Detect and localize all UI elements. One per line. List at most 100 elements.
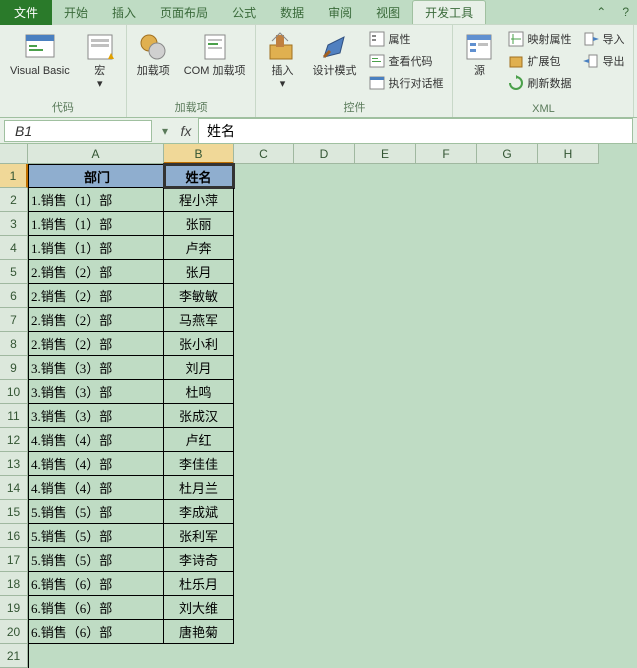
cell-name[interactable]: 张成汉 — [164, 404, 234, 428]
cell-name[interactable]: 张丽 — [164, 212, 234, 236]
cell-name[interactable]: 李成斌 — [164, 500, 234, 524]
col-header-F[interactable]: F — [416, 144, 477, 164]
cell-dept[interactable]: 4.销售（4）部 — [28, 452, 164, 476]
cell-name[interactable]: 马燕军 — [164, 308, 234, 332]
cell-dept[interactable]: 5.销售（5）部 — [28, 524, 164, 548]
addins-button[interactable]: 加载项 — [133, 29, 174, 80]
cell-dept[interactable]: 5.销售（5）部 — [28, 548, 164, 572]
row-header[interactable]: 12 — [0, 428, 28, 452]
select-all-button[interactable] — [0, 144, 28, 164]
cell-name[interactable]: 唐艳菊 — [164, 620, 234, 644]
row-header[interactable]: 1 — [0, 164, 28, 188]
row-header[interactable]: 5 — [0, 260, 28, 284]
cell-name[interactable]: 卢红 — [164, 428, 234, 452]
cell-name[interactable]: 张利军 — [164, 524, 234, 548]
cell-name[interactable]: 杜乐月 — [164, 572, 234, 596]
row-header[interactable]: 8 — [0, 332, 28, 356]
row-header[interactable]: 15 — [0, 500, 28, 524]
tab-layout[interactable]: 页面布局 — [148, 1, 220, 24]
row-header[interactable]: 6 — [0, 284, 28, 308]
row-header[interactable]: 2 — [0, 188, 28, 212]
properties-button[interactable]: 属性 — [366, 29, 446, 49]
map-properties-button[interactable]: 映射属性 — [505, 29, 574, 49]
tab-formulas[interactable]: 公式 — [220, 1, 268, 24]
cell-dept[interactable]: 2.销售（2）部 — [28, 284, 164, 308]
tab-insert[interactable]: 插入 — [100, 1, 148, 24]
col-header-G[interactable]: G — [477, 144, 538, 164]
cell-name[interactable]: 杜月兰 — [164, 476, 234, 500]
insert-control-button[interactable]: 插入▾ — [262, 29, 302, 93]
tab-home[interactable]: 开始 — [52, 1, 100, 24]
col-header-A[interactable]: A — [28, 144, 164, 164]
cell-name[interactable]: 李诗奇 — [164, 548, 234, 572]
cell-name[interactable]: 张小利 — [164, 332, 234, 356]
cell-dept[interactable]: 5.销售（5）部 — [28, 500, 164, 524]
com-addins-button[interactable]: COM 加载项 — [180, 29, 250, 80]
cell-dept[interactable]: 6.销售（6）部 — [28, 596, 164, 620]
cell-dept[interactable]: 4.销售（4）部 — [28, 476, 164, 500]
tab-view[interactable]: 视图 — [364, 1, 412, 24]
row-header[interactable]: 14 — [0, 476, 28, 500]
cell-name[interactable]: 杜鸣 — [164, 380, 234, 404]
row-header[interactable]: 3 — [0, 212, 28, 236]
expansion-packs-button[interactable]: 扩展包 — [505, 51, 574, 71]
cell-dept[interactable]: 4.销售（4）部 — [28, 428, 164, 452]
import-button[interactable]: 导入 — [580, 29, 627, 49]
col-header-E[interactable]: E — [355, 144, 416, 164]
formula-input[interactable]: 姓名 — [198, 118, 633, 144]
cell-name[interactable]: 卢奔 — [164, 236, 234, 260]
run-dialog-button[interactable]: 执行对话框 — [366, 73, 446, 93]
cell-dept[interactable]: 3.销售（3）部 — [28, 380, 164, 404]
view-code-button[interactable]: 查看代码 — [366, 51, 446, 71]
name-box[interactable]: B1 — [4, 120, 152, 142]
cell-dept[interactable]: 2.销售（2）部 — [28, 332, 164, 356]
cell-dept[interactable]: 2.销售（2）部 — [28, 308, 164, 332]
fx-icon[interactable]: fx — [174, 123, 198, 139]
cell-dept[interactable]: 6.销售（6）部 — [28, 620, 164, 644]
cell-dept[interactable]: 1.销售（1）部 — [28, 212, 164, 236]
cell-header-dept[interactable]: 部门 — [28, 164, 164, 188]
col-header-C[interactable]: C — [234, 144, 294, 164]
row-header[interactable]: 9 — [0, 356, 28, 380]
cell-dept[interactable]: 6.销售（6）部 — [28, 572, 164, 596]
cell-dept[interactable]: 3.销售（3）部 — [28, 404, 164, 428]
tab-file[interactable]: 文件 — [0, 0, 52, 25]
cell-dept[interactable]: 1.销售（1）部 — [28, 188, 164, 212]
cell-name[interactable]: 李佳佳 — [164, 452, 234, 476]
cell-dept[interactable]: 3.销售（3）部 — [28, 356, 164, 380]
cell-empty[interactable] — [164, 644, 234, 668]
macros-button[interactable]: 宏▾ — [80, 29, 120, 93]
row-header[interactable]: 7 — [0, 308, 28, 332]
name-box-dropdown-icon[interactable]: ▾ — [156, 124, 174, 138]
refresh-data-button[interactable]: 刷新数据 — [505, 73, 574, 93]
cell-name[interactable]: 张月 — [164, 260, 234, 284]
xml-source-button[interactable]: 源 — [459, 29, 499, 80]
cell-header-name[interactable]: 姓名 — [164, 164, 234, 188]
col-header-D[interactable]: D — [294, 144, 355, 164]
cell-name[interactable]: 刘月 — [164, 356, 234, 380]
tab-review[interactable]: 审阅 — [316, 1, 364, 24]
row-header[interactable]: 19 — [0, 596, 28, 620]
row-header[interactable]: 11 — [0, 404, 28, 428]
row-header[interactable]: 16 — [0, 524, 28, 548]
tab-developer[interactable]: 开发工具 — [412, 0, 486, 24]
cell-name[interactable]: 程小萍 — [164, 188, 234, 212]
col-header-B[interactable]: B — [164, 144, 234, 164]
cell-name[interactable]: 李敏敏 — [164, 284, 234, 308]
row-header[interactable]: 17 — [0, 548, 28, 572]
col-header-H[interactable]: H — [538, 144, 599, 164]
cell-dept[interactable]: 2.销售（2）部 — [28, 260, 164, 284]
row-header[interactable]: 20 — [0, 620, 28, 644]
visual-basic-button[interactable]: Visual Basic — [6, 29, 74, 80]
row-header[interactable]: 4 — [0, 236, 28, 260]
row-header[interactable]: 13 — [0, 452, 28, 476]
help-icon[interactable]: ? — [614, 5, 637, 19]
cell-name[interactable]: 刘大维 — [164, 596, 234, 620]
design-mode-button[interactable]: 设计模式 — [308, 29, 360, 80]
tab-data[interactable]: 数据 — [268, 1, 316, 24]
row-header[interactable]: 10 — [0, 380, 28, 404]
export-button[interactable]: 导出 — [580, 51, 627, 71]
row-header[interactable]: 21 — [0, 644, 28, 668]
cell-empty[interactable] — [28, 644, 164, 668]
ribbon-minimize-icon[interactable]: ⌃ — [588, 5, 614, 19]
